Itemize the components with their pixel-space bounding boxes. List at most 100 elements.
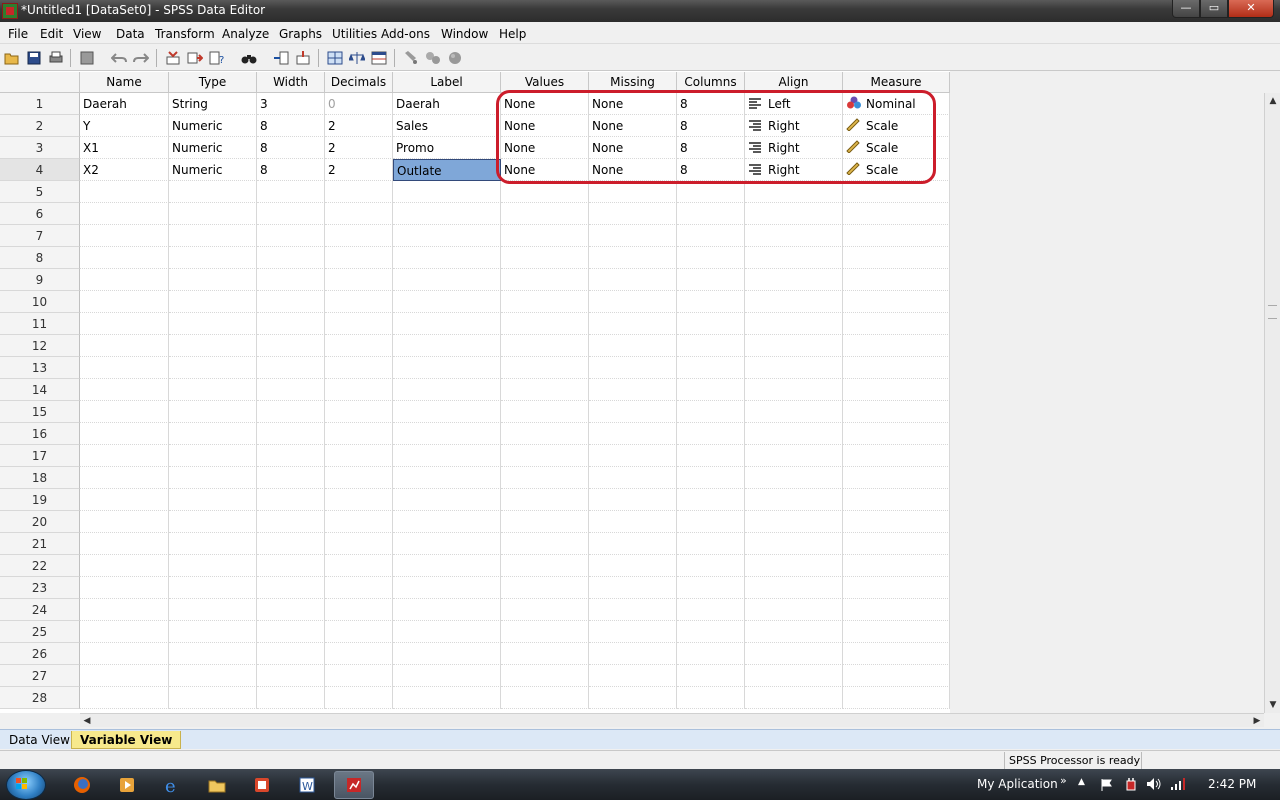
empty-cell[interactable] [325, 225, 393, 247]
cell-type[interactable]: Numeric [169, 115, 257, 137]
row-header[interactable]: 6 [0, 203, 80, 225]
empty-cell[interactable] [80, 291, 169, 313]
empty-cell[interactable] [393, 643, 501, 665]
empty-cell[interactable] [80, 225, 169, 247]
select-cases-icon[interactable] [370, 49, 388, 66]
empty-cell[interactable] [843, 467, 950, 489]
empty-cell[interactable] [589, 269, 677, 291]
value-labels-icon[interactable] [402, 49, 420, 66]
empty-cell[interactable] [589, 335, 677, 357]
cell-width[interactable]: 3 [257, 93, 325, 115]
empty-cell[interactable] [393, 291, 501, 313]
empty-cell[interactable] [677, 247, 745, 269]
cell-type[interactable]: String [169, 93, 257, 115]
empty-cell[interactable] [745, 665, 843, 687]
empty-cell[interactable] [501, 577, 589, 599]
empty-cell[interactable] [677, 621, 745, 643]
show-hidden-icons-icon[interactable]: ▲ [1078, 777, 1085, 787]
empty-cell[interactable] [80, 533, 169, 555]
empty-cell[interactable] [325, 489, 393, 511]
menu-window[interactable]: Window [441, 27, 488, 41]
column-header-values[interactable]: Values [501, 72, 589, 93]
empty-cell[interactable] [843, 335, 950, 357]
empty-cell[interactable] [677, 445, 745, 467]
dialog-recall-icon[interactable] [78, 49, 96, 66]
firefox-icon[interactable] [62, 771, 102, 799]
empty-cell[interactable] [843, 357, 950, 379]
pdf-app-icon[interactable] [242, 771, 282, 799]
empty-cell[interactable] [589, 313, 677, 335]
empty-cell[interactable] [169, 445, 257, 467]
power-plug-icon[interactable] [1124, 777, 1138, 793]
empty-cell[interactable] [169, 687, 257, 709]
empty-cell[interactable] [745, 445, 843, 467]
empty-cell[interactable] [677, 181, 745, 203]
empty-cell[interactable] [393, 181, 501, 203]
menu-graphs[interactable]: Graphs [279, 27, 322, 41]
empty-cell[interactable] [745, 335, 843, 357]
row-header[interactable]: 11 [0, 313, 80, 335]
empty-cell[interactable] [169, 313, 257, 335]
empty-cell[interactable] [325, 599, 393, 621]
cell-name[interactable]: Y [80, 115, 169, 137]
row-header[interactable]: 5 [0, 181, 80, 203]
empty-cell[interactable] [257, 511, 325, 533]
empty-cell[interactable] [393, 511, 501, 533]
empty-cell[interactable] [501, 203, 589, 225]
empty-cell[interactable] [325, 203, 393, 225]
cell-decimals[interactable]: 2 [325, 115, 393, 137]
empty-cell[interactable] [169, 247, 257, 269]
empty-cell[interactable] [589, 181, 677, 203]
empty-cell[interactable] [677, 335, 745, 357]
empty-cell[interactable] [501, 379, 589, 401]
empty-cell[interactable] [80, 357, 169, 379]
empty-cell[interactable] [169, 379, 257, 401]
empty-cell[interactable] [843, 445, 950, 467]
row-header[interactable]: 22 [0, 555, 80, 577]
cell-width[interactable]: 8 [257, 115, 325, 137]
empty-cell[interactable] [393, 577, 501, 599]
empty-cell[interactable] [169, 269, 257, 291]
scroll-right-arrow-icon[interactable]: ▶ [1250, 714, 1264, 728]
empty-cell[interactable] [677, 489, 745, 511]
empty-cell[interactable] [677, 379, 745, 401]
empty-cell[interactable] [325, 423, 393, 445]
empty-cell[interactable] [325, 577, 393, 599]
cell-values[interactable]: None [501, 137, 589, 159]
empty-cell[interactable] [589, 621, 677, 643]
empty-cell[interactable] [325, 511, 393, 533]
row-header[interactable]: 10 [0, 291, 80, 313]
empty-cell[interactable] [80, 313, 169, 335]
menu-data[interactable]: Data [116, 27, 145, 41]
empty-cell[interactable] [80, 181, 169, 203]
cell-decimals[interactable]: 2 [325, 159, 393, 181]
empty-cell[interactable] [80, 555, 169, 577]
empty-cell[interactable] [80, 643, 169, 665]
empty-cell[interactable] [745, 467, 843, 489]
cell-decimals[interactable]: 0 [325, 93, 393, 115]
empty-cell[interactable] [169, 467, 257, 489]
empty-cell[interactable] [843, 533, 950, 555]
empty-cell[interactable] [393, 357, 501, 379]
empty-cell[interactable] [589, 511, 677, 533]
cell-missing[interactable]: None [589, 115, 677, 137]
cell-missing[interactable]: None [589, 137, 677, 159]
empty-cell[interactable] [80, 621, 169, 643]
empty-cell[interactable] [80, 269, 169, 291]
use-sets-icon[interactable] [424, 49, 442, 66]
cell-measure[interactable]: Scale [843, 159, 950, 181]
scroll-down-arrow-icon[interactable]: ▼ [1265, 697, 1280, 713]
empty-cell[interactable] [169, 665, 257, 687]
empty-cell[interactable] [745, 225, 843, 247]
empty-cell[interactable] [325, 269, 393, 291]
cell-missing[interactable]: None [589, 159, 677, 181]
row-header[interactable]: 8 [0, 247, 80, 269]
empty-cell[interactable] [501, 599, 589, 621]
empty-cell[interactable] [257, 313, 325, 335]
empty-cell[interactable] [501, 467, 589, 489]
insert-cases-icon[interactable] [272, 49, 290, 66]
empty-cell[interactable] [169, 203, 257, 225]
empty-cell[interactable] [843, 599, 950, 621]
empty-cell[interactable] [80, 203, 169, 225]
empty-cell[interactable] [843, 687, 950, 709]
